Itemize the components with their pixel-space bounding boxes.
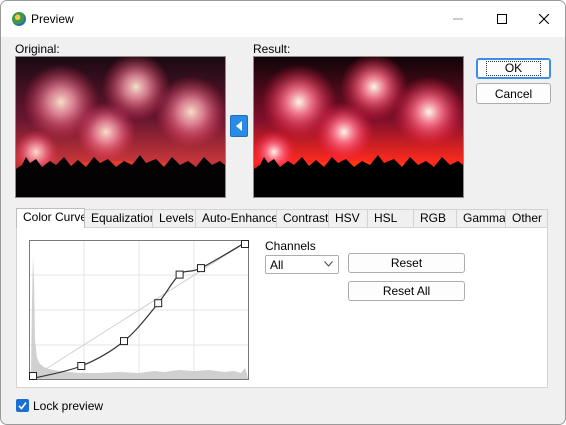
cancel-button[interactable]: Cancel — [476, 83, 551, 104]
adjustment-tabs: Color Curve Equalization Levels Auto-Enh… — [16, 208, 548, 228]
tab-other[interactable]: Other — [505, 209, 548, 227]
tab-hsl[interactable]: HSL — [367, 209, 414, 227]
curve-control-point[interactable] — [77, 362, 86, 370]
close-button[interactable] — [521, 1, 565, 37]
curve-control-point[interactable] — [29, 372, 37, 380]
curve-control-point[interactable] — [154, 299, 163, 308]
title-bar: Preview — [1, 1, 565, 37]
copy-to-original-button[interactable] — [230, 115, 248, 137]
close-icon — [539, 14, 549, 24]
ok-label: OK — [485, 61, 542, 76]
channels-label: Channels — [265, 239, 316, 253]
result-image — [253, 56, 464, 198]
reset-all-button[interactable]: Reset All — [348, 281, 465, 301]
window-title: Preview — [31, 12, 74, 26]
original-image — [15, 56, 226, 198]
curve-control-point[interactable] — [197, 264, 205, 273]
checkmark-icon — [18, 402, 27, 410]
reset-button[interactable]: Reset — [348, 253, 465, 273]
ok-button[interactable]: OK — [476, 58, 551, 79]
channels-selected-value: All — [270, 258, 284, 272]
tab-contrast[interactable]: Contrast — [276, 209, 329, 227]
tab-hsv[interactable]: HSV — [328, 209, 368, 227]
tab-equalization[interactable]: Equalization — [84, 209, 153, 227]
channels-select[interactable]: All — [265, 255, 339, 274]
app-logo-icon — [12, 12, 26, 26]
maximize-button[interactable] — [479, 1, 525, 37]
arrow-left-icon — [236, 121, 242, 131]
lock-preview-label: Lock preview — [33, 399, 104, 413]
minimize-icon — [453, 18, 463, 20]
minimize-button[interactable] — [435, 1, 481, 37]
preview-dialog: Preview Original: Result: OK Cancel Colo… — [0, 0, 566, 425]
result-label: Result: — [253, 42, 291, 56]
tab-auto-enhance[interactable]: Auto-Enhance — [195, 209, 277, 227]
curve-control-point[interactable] — [241, 240, 249, 248]
tab-color-curve[interactable]: Color Curve — [16, 208, 85, 228]
lock-preview-checkbox[interactable] — [16, 399, 29, 412]
tab-rgb[interactable]: RGB — [413, 209, 457, 227]
maximize-icon — [497, 14, 507, 24]
curve-control-point[interactable] — [120, 337, 128, 346]
tab-levels[interactable]: Levels — [152, 209, 196, 227]
curve-editor[interactable] — [29, 240, 249, 380]
curve-control-point[interactable] — [175, 270, 184, 279]
color-curve-panel: Channels All Reset Reset All — [16, 227, 548, 388]
chevron-down-icon — [324, 261, 333, 267]
tab-gamma[interactable]: Gamma — [456, 209, 506, 227]
original-label: Original: — [15, 42, 60, 56]
